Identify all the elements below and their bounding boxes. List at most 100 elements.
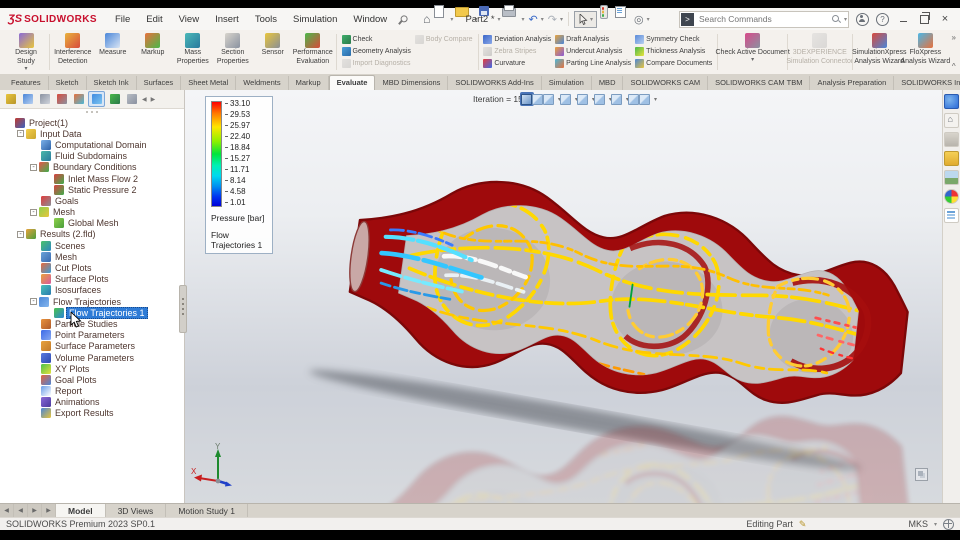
sheet-nav-first-icon[interactable]: ◀: [0, 504, 14, 517]
simulationxpress-analysis-wizard-button[interactable]: SimulationXpress Analysis Wizard: [852, 31, 907, 73]
check-button[interactable]: Check: [341, 33, 412, 45]
graphics-viewport[interactable]: 33.10 29.53 25.97 22.40 18.84 15.27 11.71 8.14 4…: [185, 90, 942, 503]
sheet-nav-next-icon[interactable]: ▶: [28, 504, 42, 517]
tab-simulation[interactable]: Simulation: [542, 76, 592, 90]
globe-icon[interactable]: [943, 518, 954, 530]
appearances-icon[interactable]: [944, 189, 959, 204]
units-caret-icon[interactable]: ▾: [934, 521, 937, 528]
tree-item-animations[interactable]: Animations: [0, 397, 184, 408]
panel-tab-tab-extra[interactable]: [124, 92, 139, 106]
collapse-icon[interactable]: -: [30, 163, 37, 171]
tree-item-input-data[interactable]: - Input Data: [0, 128, 184, 139]
sheet-nav-last-icon[interactable]: ▶: [42, 504, 56, 517]
select-caret-icon[interactable]: ▾: [590, 16, 593, 23]
tree-item-global-mesh[interactable]: Global Mesh: [0, 218, 184, 229]
tree-item-cut-plots[interactable]: Cut Plots: [0, 262, 184, 274]
interference-detection-button[interactable]: Interference Detection: [53, 31, 93, 73]
ribbon-collapse-icon[interactable]: ^: [952, 62, 956, 71]
print-icon[interactable]: [502, 5, 520, 27]
tree-item-isosurfaces[interactable]: Isosurfaces: [0, 285, 184, 296]
markup-button[interactable]: Markup: [133, 31, 173, 73]
tree-item-mesh[interactable]: - Mesh: [0, 207, 184, 218]
collapse-icon[interactable]: -: [17, 230, 24, 238]
menu-tools[interactable]: Tools: [247, 11, 285, 28]
undo-icon[interactable]: [526, 11, 539, 27]
tree-item-flow-trajectories[interactable]: - Flow Trajectories: [0, 296, 184, 307]
close-button[interactable]: ×: [938, 12, 952, 26]
pin-menu-icon[interactable]: [395, 12, 409, 26]
tab-surfaces[interactable]: Surfaces: [137, 76, 182, 90]
home-icon[interactable]: [944, 113, 959, 128]
section-view-icon[interactable]: [559, 92, 573, 106]
save-icon[interactable]: [479, 6, 496, 27]
tree-item-surface-parameters[interactable]: Surface Parameters: [0, 341, 184, 352]
view-settings-icon[interactable]: [638, 92, 652, 106]
tree-item-static-pressure-2[interactable]: Static Pressure 2: [0, 184, 184, 195]
open-caret-icon[interactable]: ▾: [474, 16, 477, 23]
panel-tab-feature-manager-tree[interactable]: [3, 92, 18, 106]
menu-view[interactable]: View: [171, 11, 207, 28]
redo-caret-icon[interactable]: ▾: [560, 16, 563, 23]
tree-item-report[interactable]: Report: [0, 386, 184, 397]
tree-item-xy-plots[interactable]: XY Plots: [0, 363, 184, 374]
panel-tabs-left-icon[interactable]: ◀: [141, 96, 148, 103]
tree-item-results-mesh[interactable]: Mesh: [0, 251, 184, 262]
search-caret-icon[interactable]: ▾: [844, 16, 847, 23]
menu-edit[interactable]: Edit: [138, 11, 170, 28]
measure-button[interactable]: Measure: [93, 31, 133, 73]
hide-show-items-icon[interactable]: [610, 92, 624, 106]
draft-analysis-button[interactable]: Draft Analysis: [554, 33, 632, 45]
geometry-analysis-button[interactable]: Geometry Analysis: [341, 45, 412, 57]
search-box[interactable]: > ▾: [679, 10, 849, 28]
tab-solidworks-cam-tbm[interactable]: SOLIDWORKS CAM TBM: [708, 76, 811, 90]
compare-documents-button[interactable]: Compare Documents: [634, 57, 713, 69]
home-icon[interactable]: [421, 11, 432, 27]
view-palette-icon[interactable]: [944, 170, 959, 185]
tree-item-particle-studies[interactable]: Particle Studies: [0, 318, 184, 329]
design-study-caret-icon[interactable]: ▾: [24, 66, 27, 72]
properties-pane-icon[interactable]: [614, 6, 631, 27]
panel-tab-configuration-manager[interactable]: [37, 92, 52, 106]
tree-item-goals[interactable]: Goals: [0, 195, 184, 206]
check-active-document-button[interactable]: Check Active Document ▾: [716, 31, 790, 73]
curvature-button[interactable]: Curvature: [482, 57, 552, 69]
mass-properties-button[interactable]: Mass Properties: [173, 31, 213, 73]
doc-tab-3d-views[interactable]: 3D Views: [106, 504, 167, 517]
viewport-corner-icon[interactable]: [915, 468, 928, 481]
3dexperience-icon[interactable]: [944, 94, 959, 109]
search-icon[interactable]: [831, 14, 842, 25]
tree-item-results[interactable]: - Results (2.fld): [0, 229, 184, 240]
tab-solidworks-cam[interactable]: SOLIDWORKS CAM: [623, 76, 709, 90]
design-study-button[interactable]: Design Study ▾: [6, 31, 46, 73]
tree-item-inlet-mass-flow-2[interactable]: Inlet Mass Flow 2: [0, 173, 184, 184]
ribbon-overflow-icon[interactable]: »: [952, 33, 956, 42]
select-button[interactable]: ▾: [573, 10, 597, 28]
custom-properties-icon[interactable]: [944, 208, 959, 223]
tree-item-boundary-conditions[interactable]: - Boundary Conditions: [0, 162, 184, 173]
deviation-analysis-button[interactable]: Deviation Analysis: [482, 33, 552, 45]
file-explorer-icon[interactable]: [944, 151, 959, 166]
open-icon[interactable]: [455, 7, 473, 27]
panel-tab-display-manager[interactable]: [71, 92, 86, 106]
collapse-icon[interactable]: -: [17, 130, 24, 138]
tree-item-point-parameters[interactable]: Point Parameters: [0, 330, 184, 341]
select-icon[interactable]: [577, 11, 590, 27]
tree-item-project[interactable]: Project(1): [0, 117, 184, 128]
design-library-icon[interactable]: [944, 132, 959, 147]
menu-file[interactable]: File: [107, 11, 138, 28]
view-settings-caret-icon[interactable]: ▾: [654, 96, 657, 103]
minimize-button[interactable]: [896, 12, 910, 26]
panel-splitter[interactable]: [179, 285, 187, 333]
check-active-document-caret-icon[interactable]: ▾: [751, 57, 754, 63]
tab-sketch[interactable]: Sketch: [49, 76, 87, 90]
panel-tab-property-manager[interactable]: [20, 92, 35, 106]
performance-evaluation-button[interactable]: Performance Evaluation: [293, 31, 333, 73]
panel-tab-cam-tree[interactable]: [107, 92, 122, 106]
doc-tab-motion-study-1[interactable]: Motion Study 1: [166, 504, 249, 517]
tab-weldments[interactable]: Weldments: [236, 76, 289, 90]
tab-solidworks-inspection[interactable]: SOLIDWORKS Inspection: [894, 76, 960, 90]
tab-mbd-dimensions[interactable]: MBD Dimensions: [375, 76, 449, 90]
collapse-icon[interactable]: -: [30, 208, 37, 216]
redo-icon[interactable]: [546, 11, 559, 27]
tab-markup[interactable]: Markup: [289, 76, 329, 90]
